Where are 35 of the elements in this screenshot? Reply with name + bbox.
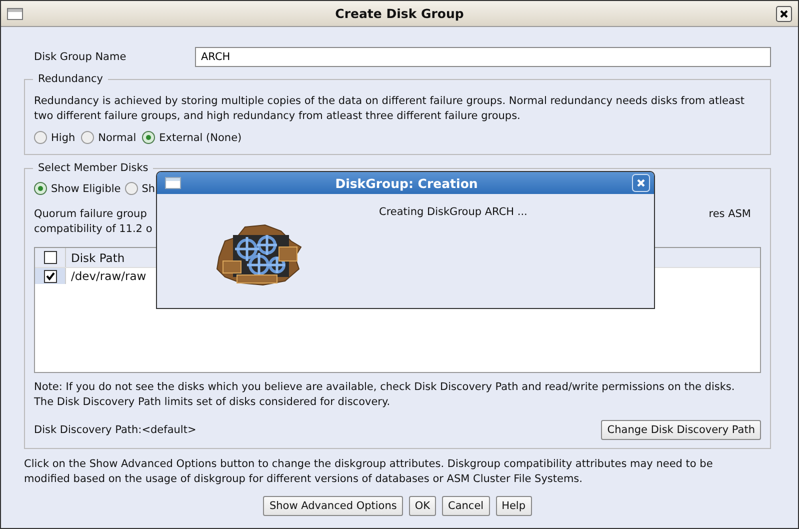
dialog-button[interactable]: OK — [408, 496, 436, 516]
quorum-text: res ASM — [708, 207, 751, 222]
dialog-button[interactable]: Help — [496, 496, 532, 516]
progress-message: Creating DiskGroup ARCH ... — [379, 206, 528, 218]
redundancy-radio[interactable]: High — [34, 131, 76, 144]
redundancy-description: Redundancy is achieved by storing multiple copies of the data on different failure groups. Normal redundancy needs disks from atleast two different failure groups, and high redundancy from atleast three different failure groups. — [34, 94, 746, 124]
table-cell-text: /dev/raw/raw — [70, 268, 146, 284]
close-icon[interactable] — [776, 6, 792, 22]
note-text: Note: If you do not see the disks which you believe are available, check Disk Discovery Path and read/write permissions on the disks. The Disk Discovery Path limits set of disks considered for discovery. — [34, 380, 736, 410]
dialog-title: DiskGroup: Creation — [334, 176, 479, 190]
row-checkbox[interactable] — [44, 270, 56, 282]
radio-indicator[interactable] — [34, 182, 47, 195]
advanced-options-note: Click on the Show Advanced Options button to change the diskgroup attributes. Diskgroup compatibility attributes may need to be modified based on the usage of diskgroup for different versions of databases or ASM Cluster File Systems. — [24, 457, 714, 487]
field-label: Disk Group Name — [34, 51, 128, 63]
radio-indicator[interactable] — [34, 131, 47, 144]
window-title: Create Disk Group — [334, 6, 465, 21]
header-checkbox[interactable] — [44, 251, 56, 264]
panel-legend: Redundancy — [33, 73, 108, 85]
window-icon — [7, 8, 23, 20]
column-header[interactable]: Disk Path — [66, 248, 125, 267]
disk-group-name-field[interactable]: ARCH — [195, 47, 771, 67]
redundancy-radio[interactable]: External (None) — [142, 131, 242, 144]
window-icon — [165, 177, 181, 189]
discovery-path-text: Disk Discovery Path:<default> — [34, 424, 196, 436]
panel-legend: Select Member Disks — [33, 162, 154, 174]
radio-indicator[interactable] — [142, 131, 156, 144]
filter-radio[interactable]: Show Eligible — [34, 182, 121, 195]
quorum-text: Quorum failure group compatibility of 11.2 o — [34, 207, 152, 237]
change-discovery-path-button[interactable]: Change Disk Discovery Path — [601, 420, 761, 440]
radio-indicator[interactable] — [124, 182, 138, 195]
redundancy-radio[interactable]: Normal — [81, 131, 136, 144]
radio-indicator[interactable] — [81, 131, 94, 144]
dialog-button[interactable]: Show Advanced Options — [263, 496, 403, 516]
filter-radio[interactable]: Sh — [124, 182, 156, 195]
dialog-button[interactable]: Cancel — [442, 496, 490, 516]
